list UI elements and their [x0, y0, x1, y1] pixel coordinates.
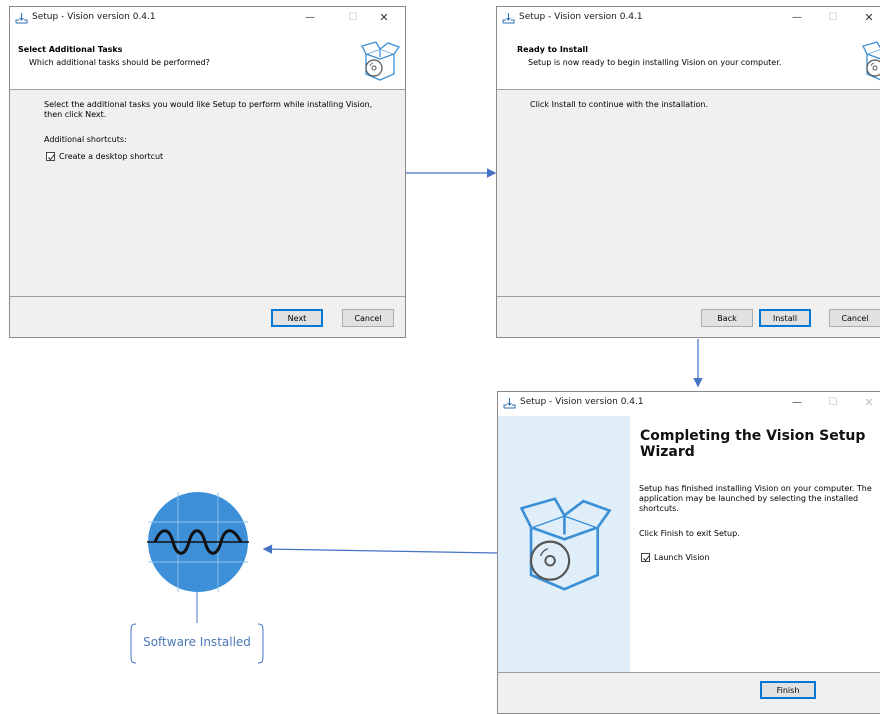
minimize-button[interactable]: —: [787, 10, 807, 26]
maximize-button[interactable]: ☐: [823, 10, 843, 26]
wizard-header: Ready to Install Setup is now ready to b…: [497, 31, 880, 90]
instructions-text: Select the additional tasks you would li…: [44, 100, 372, 120]
setup-app-icon: [15, 13, 28, 24]
header-subtitle: Which additional tasks should be perform…: [29, 58, 210, 67]
setup-window-completing: Setup - Vision version 0.4.1 — ☐ ✕ Compl…: [497, 391, 880, 714]
install-instructions-text: Click Install to continue with the insta…: [530, 100, 709, 109]
minimize-button[interactable]: —: [300, 10, 320, 26]
wizard-footer: Back Install Cancel: [497, 296, 880, 337]
wizard-footer: Finish: [498, 672, 880, 713]
finish-button[interactable]: Finish: [760, 681, 816, 699]
instructions-line-2: then click Next.: [44, 110, 107, 119]
software-box-icon: [862, 41, 880, 81]
setup-window-ready-to-install: Setup - Vision version 0.4.1 — ☐ ✕ Ready…: [496, 6, 880, 338]
title-bar: Setup - Vision version 0.4.1 — ☐ ✕: [10, 7, 405, 31]
software-box-icon: [361, 41, 400, 81]
arrow-window3-to-vision-logo: [262, 544, 498, 554]
cancel-button[interactable]: Cancel: [829, 309, 880, 327]
minimize-button[interactable]: —: [787, 395, 807, 411]
exit-instructions: Click Finish to exit Setup.: [639, 529, 740, 538]
setup-app-icon: [503, 398, 516, 409]
setup-app-icon: [502, 13, 515, 24]
checkmark-icon: [643, 555, 650, 562]
header-title: Ready to Install: [517, 45, 588, 54]
create-desktop-shortcut-checkbox[interactable]: [46, 152, 55, 161]
completion-heading-line-1: Completing the Vision Setup: [640, 428, 866, 444]
close-button[interactable]: ✕: [374, 10, 394, 26]
completion-message-line-3: shortcuts.: [639, 504, 679, 513]
close-button[interactable]: ✕: [859, 395, 879, 411]
completion-message: Setup has finished installing Vision on …: [639, 484, 872, 514]
instructions-line-1: Select the additional tasks you would li…: [44, 100, 373, 109]
wizard-side-panel: [498, 416, 630, 673]
header-title: Select Additional Tasks: [18, 45, 123, 54]
maximize-button[interactable]: ☐: [343, 10, 363, 26]
wizard-footer: Next Cancel: [10, 296, 405, 337]
launch-vision-checkbox[interactable]: [641, 553, 650, 562]
software-box-icon: [519, 497, 612, 591]
header-subtitle: Setup is now ready to begin installing V…: [528, 58, 782, 67]
completion-heading-line-2: Wizard: [640, 444, 695, 460]
close-button[interactable]: ✕: [859, 10, 879, 26]
create-desktop-shortcut-label: Create a desktop shortcut: [59, 152, 164, 161]
setup-window-select-tasks: Setup - Vision version 0.4.1 — ☐ ✕ Selec…: [9, 6, 406, 338]
back-button[interactable]: Back: [701, 309, 753, 327]
completion-heading: Completing the Vision Setup Wizard: [640, 428, 875, 460]
wizard-header: Select Additional Tasks Which additional…: [10, 31, 405, 90]
checkmark-icon: [48, 154, 55, 161]
maximize-button[interactable]: ☐: [823, 395, 843, 411]
install-button[interactable]: Install: [759, 309, 811, 327]
software-installed-text: Software Installed: [143, 635, 251, 649]
cancel-button[interactable]: Cancel: [342, 309, 394, 327]
title-bar: Setup - Vision version 0.4.1 — ☐ ✕: [498, 392, 880, 416]
completion-message-line-1: Setup has finished installing Vision on …: [639, 484, 872, 493]
additional-shortcuts-label: Additional shortcuts:: [44, 135, 127, 144]
window-title: Setup - Vision version 0.4.1: [520, 397, 644, 407]
window-title: Setup - Vision version 0.4.1: [519, 12, 643, 22]
window-title: Setup - Vision version 0.4.1: [32, 12, 156, 22]
completion-message-line-2: application may be launched by selecting…: [639, 494, 859, 503]
next-button[interactable]: Next: [271, 309, 323, 327]
title-bar: Setup - Vision version 0.4.1 — ☐ ✕: [497, 7, 880, 31]
launch-vision-label: Launch Vision: [654, 553, 710, 562]
vision-logo-icon: [147, 492, 249, 592]
software-installed-label: Software Installed: [130, 623, 264, 664]
